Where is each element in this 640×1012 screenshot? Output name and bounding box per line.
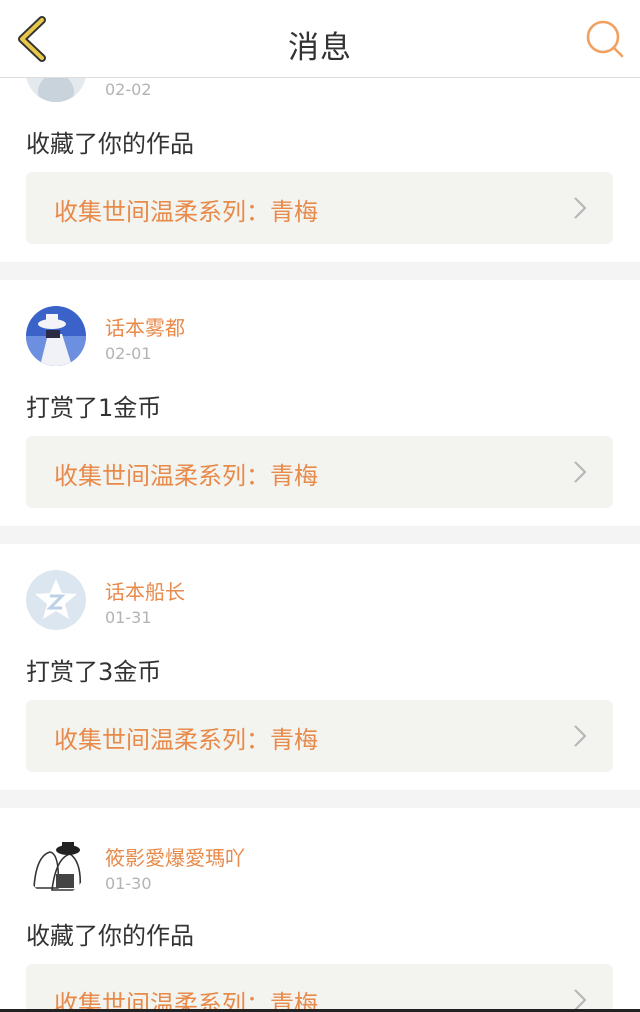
message-action: 打赏了1金币 [26, 394, 162, 422]
chevron-right-icon [574, 725, 587, 747]
message-date: 02-02 [105, 80, 152, 99]
message-date: 01-31 [105, 608, 152, 627]
message-item: 话本船长 01-31 打赏了3金币 收集世间温柔系列：青梅 [0, 544, 640, 790]
message-date: 02-01 [105, 344, 152, 363]
message-username[interactable]: 筱影愛爆愛瑪吖 [105, 842, 245, 871]
message-action: 收藏了你的作品 [26, 922, 194, 950]
message-date: 01-30 [105, 874, 152, 893]
work-card[interactable]: 收集世间温柔系列：青梅 [26, 436, 613, 508]
divider [0, 790, 640, 808]
app-header: 消息 [0, 0, 640, 78]
message-action: 收藏了你的作品 [26, 130, 194, 158]
chevron-right-icon [574, 461, 587, 483]
avatar[interactable] [26, 306, 86, 366]
message-username[interactable]: 话本船长 [105, 576, 185, 605]
work-card[interactable]: 收集世间温柔系列：青梅 [26, 172, 613, 244]
chevron-right-icon [574, 197, 587, 219]
avatar[interactable] [26, 836, 86, 896]
work-title: 收集世间温柔系列：青梅 [54, 990, 318, 1012]
work-title: 收集世间温柔系列：青梅 [54, 726, 318, 754]
search-icon[interactable] [584, 18, 626, 60]
message-item: 筱影愛爆愛瑪吖 01-30 收藏了你的作品 收集世间温柔系列：青梅 [0, 808, 640, 1012]
page-title: 消息 [288, 30, 352, 66]
message-item: 话本雾都 02-01 打赏了1金币 收集世间温柔系列：青梅 [0, 280, 640, 526]
work-card[interactable]: 收集世间温柔系列：青梅 [26, 964, 613, 1012]
work-title: 收集世间温柔系列：青梅 [54, 198, 318, 226]
message-action: 打赏了3金币 [26, 658, 162, 686]
avatar[interactable] [26, 570, 86, 630]
divider [0, 262, 640, 280]
work-card[interactable]: 收集世间温柔系列：青梅 [26, 700, 613, 772]
divider [0, 526, 640, 544]
message-username[interactable]: 话本雾都 [105, 312, 185, 341]
work-title: 收集世间温柔系列：青梅 [54, 462, 318, 490]
